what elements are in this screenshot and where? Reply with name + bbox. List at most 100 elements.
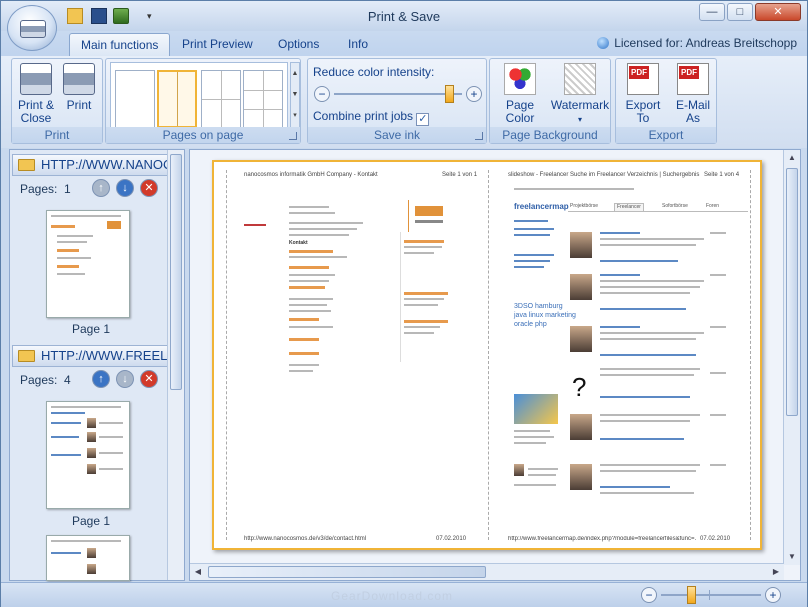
left-page-footer-date: 07.02.2010 (436, 536, 467, 542)
pdf-export-icon (627, 63, 659, 95)
print-group-label: Print (12, 127, 102, 143)
freelancermap-brand: freelancermap (514, 202, 569, 211)
zoom-slider[interactable]: − + (641, 586, 781, 604)
watermark-button[interactable]: Watermark ▾ (550, 63, 610, 126)
left-page-header: nanocosmos informatik GmbH Company - Kon… (244, 172, 378, 178)
document-2-header[interactable]: HTTP://WWW.FREELANC (12, 345, 168, 367)
printer-icon (63, 63, 95, 95)
printer-icon (20, 20, 46, 38)
application-menu-button[interactable] (7, 5, 57, 51)
right-page-counter: Seite 1 von 4 (704, 172, 740, 178)
scrollbar-thumb[interactable] (786, 168, 798, 416)
watermark-icon (564, 63, 596, 95)
left-page-footer-url: http://www.nanocosmos.de/v3/de/contact.h… (244, 536, 367, 542)
print-button[interactable]: Print (60, 63, 98, 112)
pdf-email-icon (677, 63, 709, 95)
left-page-counter: Seite 1 von 1 (442, 172, 478, 178)
freelancer-photo (570, 326, 592, 352)
remove-icon[interactable]: ✕ (140, 179, 158, 197)
reduce-color-label: Reduce color intensity: (313, 65, 435, 79)
page-background-group: Page Color▾ Watermark▾ Page Background (489, 58, 611, 144)
document-2-page-2-thumbnail[interactable] (46, 535, 130, 581)
layout-4-pages[interactable] (201, 70, 241, 128)
move-down-icon[interactable]: ↓ (116, 370, 134, 388)
decrease-icon[interactable]: − (314, 86, 330, 102)
scroll-right-icon[interactable]: ▶ (768, 564, 784, 580)
document-2-page-label: Page 1 (72, 514, 111, 528)
documents-panel: HTTP://WWW.NANOCOSI Pages: 1 ↑ ↓ ✕ Page … (9, 149, 185, 581)
tab-options[interactable]: Options (267, 33, 330, 56)
dialog-launcher-icon[interactable] (289, 132, 297, 140)
preview-vertical-scrollbar[interactable]: ▲ ▼ (783, 150, 800, 565)
preview-sheet[interactable]: nanocosmos informatik GmbH Company - Kon… (212, 160, 762, 550)
zoom-out-icon[interactable]: − (641, 587, 657, 603)
document-1-header[interactable]: HTTP://WWW.NANOCOSI (12, 154, 168, 176)
document-1-page-thumbnail[interactable] (46, 210, 130, 318)
export-group: Export To▾ E-Mail As▾ Export (615, 58, 717, 144)
scrollbar-thumb[interactable] (208, 566, 486, 578)
print-preview-area: nanocosmos informatik GmbH Company - Kon… (189, 149, 801, 581)
scrollbar-thumb[interactable] (170, 154, 182, 390)
remove-icon[interactable]: ✕ (140, 370, 158, 388)
tab-print-preview[interactable]: Print Preview (171, 33, 264, 56)
gallery-scroll[interactable]: ▲ ▼ ▾ (290, 62, 300, 128)
right-page-footer-url: http://www.freelancermap.de/index.php?mo… (508, 536, 696, 542)
pages-on-page-group: ▲ ▼ ▾ Pages on page (105, 58, 301, 144)
move-up-icon[interactable]: ↑ (92, 179, 110, 197)
scroll-left-icon[interactable]: ◀ (190, 564, 206, 580)
document-2-page-thumbnail[interactable] (46, 401, 130, 509)
site-watermark: GearDownload.com (331, 589, 454, 603)
nanocosmos-logo (408, 200, 448, 232)
scroll-down-icon[interactable]: ▼ (784, 549, 800, 565)
documents-scrollbar[interactable] (167, 150, 184, 580)
license-info: Licensed for: Andreas Breitschopp (597, 36, 797, 50)
dialog-launcher-icon[interactable] (475, 132, 483, 140)
no-photo-placeholder: ? (572, 372, 587, 402)
combine-jobs-option[interactable]: Combine print jobs ✓ (313, 109, 430, 126)
reduce-color-slider[interactable]: − + (314, 85, 482, 103)
save-ink-group: Reduce color intensity: − + Combine prin… (307, 58, 487, 144)
preview-horizontal-scrollbar[interactable]: ◀ ▶ (190, 563, 784, 580)
page-background-label: Page Background (490, 127, 610, 143)
export-label: Export (616, 127, 716, 143)
pages-on-page-label: Pages on page (106, 127, 300, 143)
document-1-page-label: Page 1 (72, 322, 111, 336)
title-bar: Print & Save ▾ — □ ✕ (1, 1, 807, 31)
freelancer-photo (570, 414, 592, 440)
layout-2-pages[interactable] (157, 70, 197, 128)
maximize-button[interactable]: □ (727, 3, 753, 21)
zoom-in-icon[interactable]: + (765, 587, 781, 603)
move-down-icon[interactable]: ↓ (116, 179, 134, 197)
layout-6-pages[interactable] (243, 70, 283, 128)
brand-tabs: Projektbörse Freelancer Sofortbörse Fore… (568, 202, 748, 212)
freelancer-photo (570, 232, 592, 258)
info-icon (597, 37, 610, 49)
folder-icon (18, 159, 35, 171)
scroll-up-icon[interactable]: ▲ (784, 150, 800, 166)
print-quick-icon[interactable] (113, 8, 129, 24)
status-bar: GearDownload.com − + (1, 582, 807, 607)
open-folder-icon[interactable] (67, 8, 83, 24)
app-window: Print & Save ▾ — □ ✕ Main functions Prin… (0, 0, 808, 607)
minimize-button[interactable]: — (699, 3, 725, 21)
freelancer-photo (570, 464, 592, 490)
close-button[interactable]: ✕ (755, 3, 801, 21)
ribbon-tabs: Main functions Print Preview Options Inf… (1, 31, 807, 57)
ad-chart-image (514, 394, 558, 424)
move-up-icon[interactable]: ↑ (92, 370, 110, 388)
print-close-icon (20, 63, 52, 95)
tab-info[interactable]: Info (337, 33, 379, 56)
zoom-thumb[interactable] (687, 586, 696, 604)
pages-layout-gallery (110, 62, 288, 128)
print-close-button[interactable]: Print & Close (16, 63, 56, 125)
right-page-footer-date: 07.02.2010 (700, 536, 731, 542)
freelancer-photo (570, 274, 592, 300)
customize-quick-access-icon[interactable]: ▾ (147, 8, 157, 24)
contact-heading: Kontakt (289, 240, 308, 246)
layout-1-page[interactable] (115, 70, 155, 128)
increase-icon[interactable]: + (466, 86, 482, 102)
combine-jobs-checkbox[interactable]: ✓ (416, 113, 430, 126)
save-disk-icon[interactable] (91, 8, 107, 24)
tab-main-functions[interactable]: Main functions (69, 33, 171, 56)
slider-thumb[interactable] (445, 85, 455, 103)
